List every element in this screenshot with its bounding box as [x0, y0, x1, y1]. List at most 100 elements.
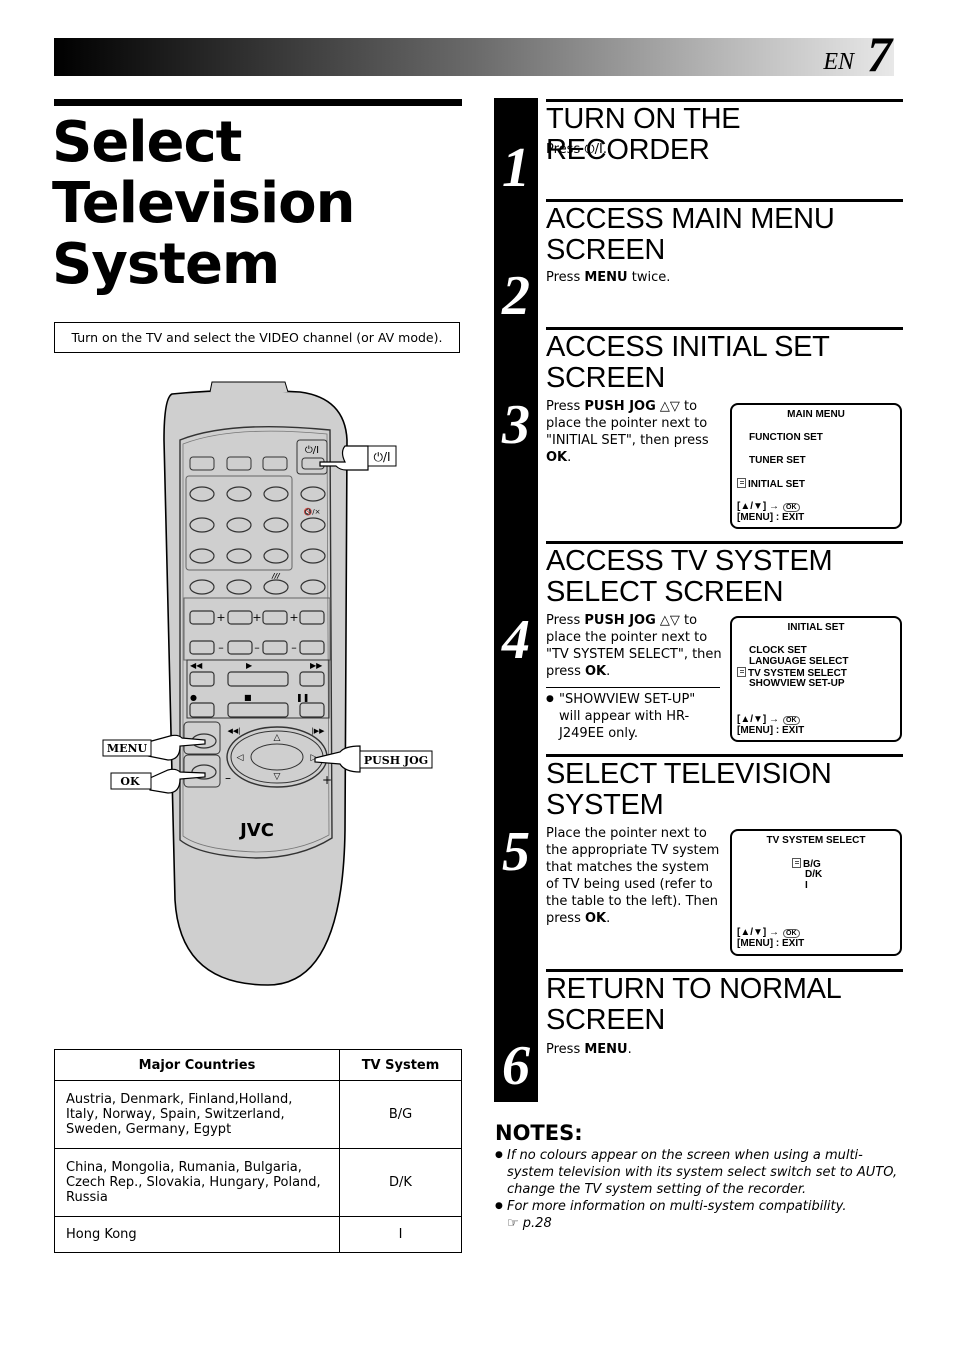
step-4-separator: [546, 687, 720, 688]
osd-title: MAIN MENU: [787, 409, 845, 420]
svg-text:❚❚: ❚❚: [296, 693, 309, 702]
ok-icon: OK: [783, 503, 800, 512]
osd-tv-system-select: TV SYSTEM SELECT B/G D/K I [▲/▼] → OK [ME…: [730, 829, 902, 956]
system-cell: I: [339, 1216, 462, 1253]
step-number-5: 5: [502, 821, 530, 883]
svg-text:+: +: [216, 611, 225, 624]
note-item: If no colours appear on the screen when …: [495, 1147, 905, 1198]
osd-item: FUNCTION SET: [749, 432, 823, 443]
table-row: Hong Kong I: [54, 1216, 462, 1253]
osd-main-menu: MAIN MENU FUNCTION SET TUNER SET INITIAL…: [730, 403, 902, 529]
column-header-tv-system: TV System: [339, 1049, 462, 1081]
page-reference: p.28: [518, 1216, 552, 1231]
ok-icon: OK: [783, 929, 800, 938]
power-callout-label: ⏻/I: [373, 450, 390, 464]
step-number-1: 1: [502, 137, 530, 199]
step-3-rule: [546, 327, 903, 330]
note-item: For more information on multi-system com…: [495, 1198, 905, 1232]
svg-text:◀◀|: ◀◀|: [227, 727, 240, 735]
menu-callout-label: MENU: [107, 742, 148, 755]
osd-exit-hint: [MENU] : EXIT: [737, 938, 805, 949]
step-3-title: ACCESS INITIAL SET SCREEN: [546, 331, 830, 394]
countries-cell: China, Mongolia, Rumania, Bulgaria, Czec…: [54, 1148, 340, 1217]
table-row: China, Mongolia, Rumania, Bulgaria, Czec…: [54, 1148, 462, 1217]
step-number-4: 4: [502, 609, 530, 671]
title-line-2: Television: [52, 171, 355, 236]
slash-label: ///: [271, 572, 281, 580]
mute-label: 🔇/×: [304, 507, 321, 516]
step-number-3: 3: [502, 394, 530, 456]
svg-text:+: +: [322, 773, 332, 787]
svg-text:▽: ▽: [274, 772, 281, 782]
step-5-text: Place the pointer next to the appropriat…: [546, 826, 720, 926]
step-6-rule: [546, 969, 903, 972]
svg-text:|▶▶: |▶▶: [311, 727, 325, 735]
ok-callout-label: OK: [120, 775, 140, 788]
osd-initial-set: INITIAL SET CLOCK SET LANGUAGE SELECT TV…: [730, 616, 902, 742]
power-key-label: ⏻/I: [305, 445, 319, 456]
osd-nav-hint: [▲/▼] → OK: [737, 927, 800, 938]
remote-button: [262, 456, 288, 471]
remote-control-illustration: ⏻/I 🔇/× /// + + + – – – ◀◀ ▶ ▶▶ ● ■ ❚❚ △▽◁ ▷ ◀◀: [102, 381, 433, 986]
step-number-6: 6: [502, 1035, 530, 1097]
step-2-rule: [546, 199, 903, 202]
osd-item: SHOWVIEW SET-UP: [749, 678, 845, 689]
remote-button: [226, 456, 252, 471]
system-cell: D/K: [339, 1148, 462, 1217]
remote-button: [189, 456, 215, 471]
system-cell: B/G: [339, 1080, 462, 1149]
title-line-3: System: [52, 232, 280, 297]
svg-text:△: △: [274, 733, 281, 743]
language-code: EN: [823, 49, 854, 75]
osd-exit-hint: [MENU] : EXIT: [737, 725, 805, 736]
svg-text:■: ■: [244, 693, 252, 702]
step-1-text: Press ⏻/I.: [546, 142, 607, 157]
pointer-icon: [737, 667, 746, 677]
column-header-countries: Major Countries: [54, 1049, 340, 1081]
step-5-title: SELECT TELEVISION SYSTEM: [546, 758, 832, 821]
svg-text:–: –: [291, 641, 297, 654]
table-header-row: Major Countries TV System: [54, 1049, 462, 1081]
step-5-rule: [546, 754, 903, 757]
remote-top-notch: [209, 381, 289, 393]
step-1-rule: [546, 99, 903, 102]
osd-item: I: [805, 880, 808, 891]
osd-title: TV SYSTEM SELECT: [766, 835, 866, 846]
intro-instruction-box: Turn on the TV and select the VIDEO chan…: [54, 322, 460, 353]
step-number-bar: 1 2 3 4 5 6: [494, 98, 538, 1102]
svg-text:▶: ▶: [246, 661, 253, 670]
svg-text:◁: ◁: [237, 753, 244, 763]
ok-icon: OK: [783, 716, 800, 725]
step-2-title: ACCESS MAIN MENU SCREEN: [546, 203, 835, 266]
svg-text:–: –: [254, 641, 260, 654]
reference-hand-icon: ☞: [507, 1216, 519, 1231]
pointer-icon: [792, 858, 801, 868]
step-2-text: Press MENU twice.: [546, 270, 671, 285]
step-4-rule: [546, 541, 903, 544]
step-3-text: Press PUSH JOG △▽ to place the pointer n…: [546, 399, 709, 465]
push-jog-center: [250, 743, 304, 771]
header-gradient-band: [54, 38, 894, 76]
pointer-icon: [737, 478, 746, 488]
step-4-note: ● "SHOWVIEW SET-UP" will appear with HR-J…: [546, 692, 696, 741]
page-number: 7: [867, 26, 892, 82]
countries-cell: Hong Kong: [54, 1216, 340, 1253]
osd-nav-hint: [▲/▼] → OK: [737, 501, 800, 512]
page-title: Select Television System: [52, 112, 462, 295]
title-rule: [54, 99, 462, 106]
step-number-2: 2: [502, 265, 530, 327]
notes-list: If no colours appear on the screen when …: [495, 1147, 905, 1232]
step-6-title: RETURN TO NORMAL SCREEN: [546, 973, 842, 1036]
osd-item: LANGUAGE SELECT: [749, 656, 849, 667]
osd-exit-hint: [MENU] : EXIT: [737, 512, 805, 523]
brand-logo: JVC: [238, 820, 274, 841]
svg-text:▶▶: ▶▶: [310, 661, 323, 670]
svg-text:◀◀: ◀◀: [190, 661, 203, 670]
tv-system-table: Major Countries TV System Austria, Denma…: [54, 1049, 462, 1253]
countries-cell: Austria, Denmark, Finland,Holland, Italy…: [54, 1080, 340, 1149]
svg-text:●: ●: [190, 693, 197, 702]
osd-nav-hint: [▲/▼] → OK: [737, 714, 800, 725]
step-4-text: Press PUSH JOG △▽ to place the pointer n…: [546, 613, 722, 679]
title-line-1: Select: [52, 110, 242, 175]
step-6-text: Press MENU.: [546, 1042, 632, 1057]
